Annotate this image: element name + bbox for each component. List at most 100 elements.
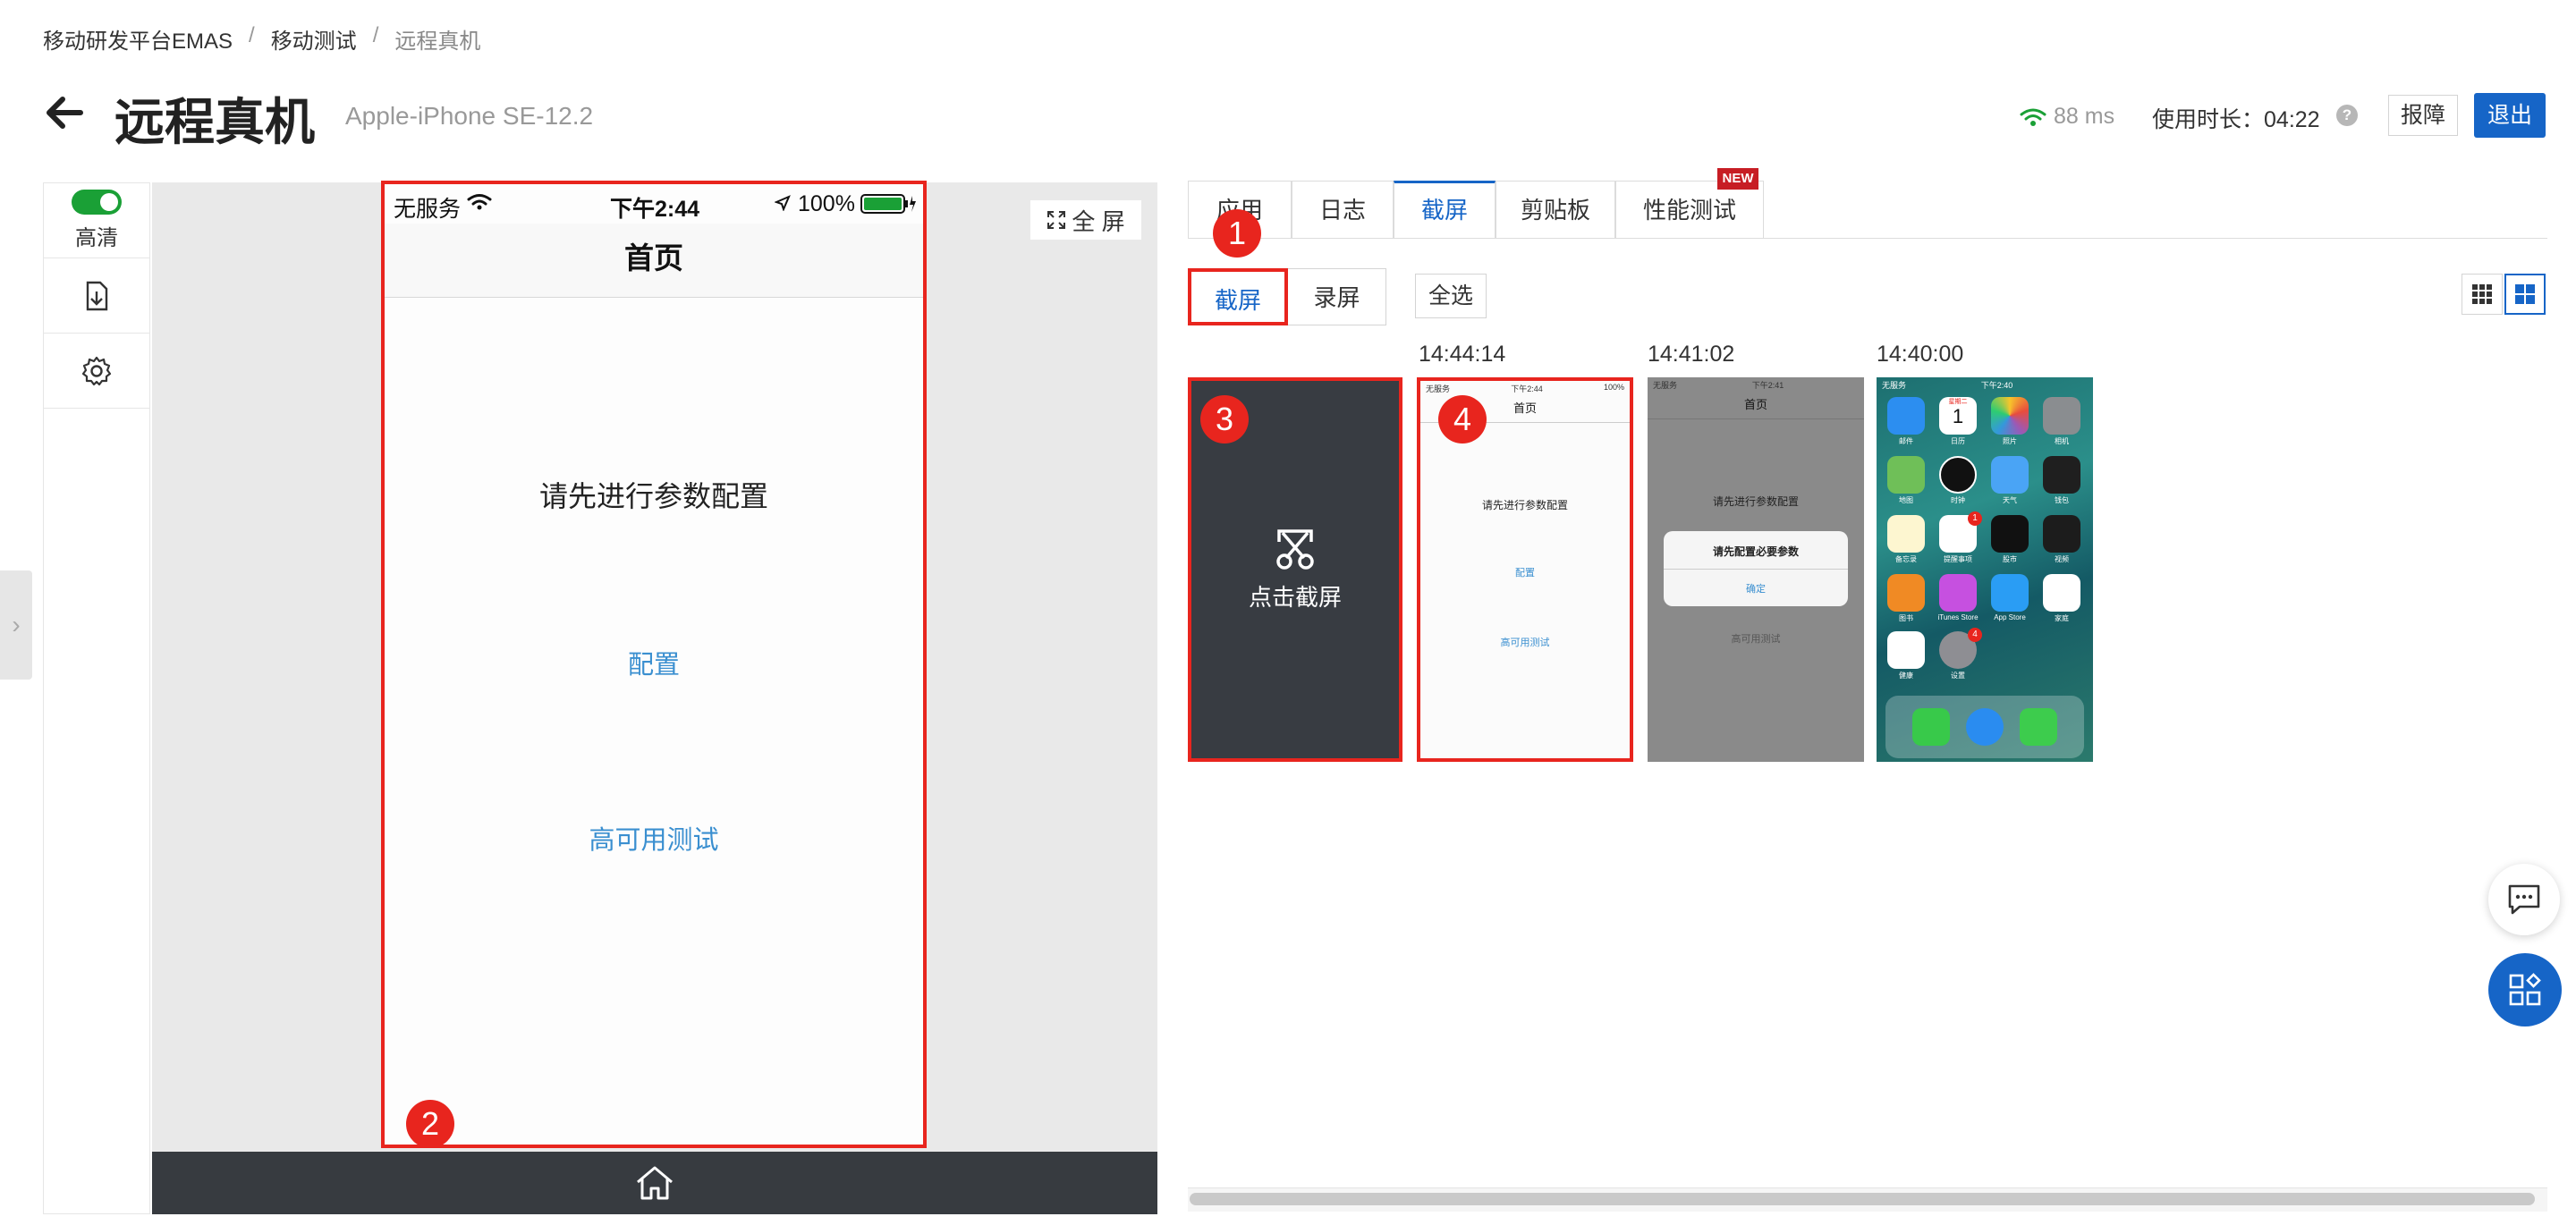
annotation-badge: 1 (1213, 209, 1261, 258)
stocks-app-icon (1991, 515, 2029, 553)
photos-app-icon (1991, 397, 2029, 435)
thumb-time: 下午2:41 (1751, 381, 1784, 390)
thumb-status-bar: 无服务 下午2:44 100% (1420, 381, 1630, 395)
app-label: 家庭 (2055, 614, 2069, 622)
videos-app-icon (2043, 515, 2080, 553)
thumb-carrier: 无服务 (1426, 384, 1451, 393)
usage-value: 04:22 (2264, 107, 2320, 132)
phone-app-icon (1912, 708, 1950, 746)
hd-toggle-tool[interactable]: 高清 (44, 183, 149, 258)
tab-screenshot[interactable]: 截屏 (1394, 181, 1496, 238)
carrier-text: 无服务 (394, 197, 462, 222)
app-label: 相机 (2055, 437, 2069, 445)
app-label: App Store (1994, 613, 2026, 621)
report-button[interactable]: 报障 (2388, 95, 2458, 136)
location-arrow-icon (775, 195, 791, 211)
app-store-app-icon (1991, 574, 2029, 612)
high-availability-test-link[interactable]: 高可用测试 (385, 819, 923, 857)
thumb-title: 首页 (1648, 392, 1864, 419)
thumb-carrier: 无服务 (1653, 381, 1678, 390)
screenshot-time: 14:40:00 (1877, 342, 1964, 367)
annotation-badge: 2 (406, 1100, 454, 1148)
apps-menu-button[interactable] (2488, 953, 2562, 1026)
thumb-status-bar: 无服务 下午2:41 (1648, 377, 1864, 392)
thumb-dialog-text: 请先配置必要参数 (1712, 545, 1799, 558)
app-label: 视频 (2055, 555, 2069, 563)
screenshot-time: 14:41:02 (1648, 342, 1735, 367)
settings-tool[interactable] (44, 334, 149, 409)
mail-app-icon (1887, 397, 1925, 435)
home-icon[interactable] (634, 1164, 675, 1202)
horizontal-scrollbar[interactable] (1190, 1193, 2535, 1205)
itunes-store-app-icon (1939, 574, 1977, 612)
app-label: 提醒事项 (1944, 555, 1972, 563)
new-badge: NEW (1717, 168, 1758, 190)
chat-icon (2508, 884, 2540, 915)
annotation-badge: 3 (1200, 395, 1249, 444)
notes-app-icon (1887, 515, 1925, 553)
device-home-bar (152, 1152, 1157, 1214)
device-status-bar: 无服务 下午2:44 100% (385, 184, 923, 224)
grid-large-icon (2515, 284, 2535, 304)
fullscreen-button[interactable]: 全 屏 (1030, 200, 1141, 240)
clock-app-icon (1939, 456, 1977, 494)
page-title: 远程真机 (114, 94, 315, 150)
app-label: 地图 (1899, 496, 1913, 504)
messages-app-icon (2020, 708, 2057, 746)
config-prompt-text: 请先进行参数配置 (538, 480, 768, 512)
exit-button[interactable]: 退出 (2474, 93, 2546, 138)
thumb-time: 下午2:40 (1980, 381, 2013, 390)
network-status: 88 ms (2020, 104, 2114, 130)
maps-app-icon (1887, 456, 1925, 494)
breadcrumb: 移动研发平台EMAS / 移动测试 / 远程真机 (43, 23, 480, 55)
screenshot-thumbnail[interactable]: 无服务 下午2:40 星期二 1 邮件 日历 照片 相机 地图 时钟 天气 钱包… (1877, 377, 2093, 762)
hd-label: 高清 (75, 226, 118, 250)
scissors-icon (1276, 528, 1314, 570)
select-all-button[interactable]: 全选 (1415, 274, 1487, 318)
screenshot-thumbnail[interactable]: 无服务 下午2:41 首页 请先进行参数配置 请先配置必要参数 确定 高可用测试 (1648, 377, 1864, 762)
wifi-icon (2020, 108, 2046, 126)
install-app-tool[interactable] (44, 258, 149, 334)
config-link[interactable]: 配置 (385, 644, 923, 681)
grid-small-icon (2472, 284, 2492, 304)
home-app-icon (2043, 574, 2080, 612)
breadcrumb-item-emas[interactable]: 移动研发平台EMAS (43, 23, 233, 55)
app-label: iTunes Store (1937, 613, 1979, 621)
app-label: 备忘录 (1895, 555, 1917, 563)
help-icon[interactable]: ? (2336, 105, 2358, 126)
usage-duration: 使用时长：04:22 (2152, 102, 2320, 134)
tab-clipboard[interactable]: 剪贴板 (1496, 181, 1615, 238)
device-screen[interactable]: 无服务 下午2:44 100% 首页 请先进行参数配置 配置 高可用测试 (381, 181, 927, 1148)
chat-button[interactable] (2488, 864, 2560, 935)
app-label: 股市 (2003, 555, 2017, 563)
weather-app-icon (1991, 456, 2029, 494)
thumb-time: 下午2:44 (1511, 384, 1543, 393)
sidebar-expand-handle[interactable]: › (0, 570, 32, 680)
usage-label: 使用时长： (2152, 107, 2265, 132)
thumb-dialog-ok: 确定 (1746, 584, 1766, 595)
install-package-icon (86, 281, 108, 310)
wallet-app-icon (2043, 456, 2080, 494)
hd-toggle-switch[interactable] (72, 190, 122, 215)
camera-app-icon (2043, 397, 2080, 435)
tab-log[interactable]: 日志 (1292, 181, 1394, 238)
fullscreen-label: 全 屏 (1072, 207, 1125, 235)
grid-small-view-button[interactable] (2462, 274, 2503, 315)
app-label: 设置 (1951, 672, 1965, 680)
back-arrow-icon[interactable] (41, 89, 88, 136)
app-label: 日历 (1951, 437, 1965, 445)
thumb-battery: 100% (1603, 383, 1624, 392)
battery-icon (860, 194, 916, 214)
fullscreen-icon (1047, 211, 1066, 229)
app-label: 时钟 (1951, 496, 1965, 504)
app-label: 图书 (1899, 614, 1913, 622)
app-label: 邮件 (1899, 437, 1913, 445)
breadcrumb-item-mobile-test[interactable]: 移动测试 (271, 23, 357, 55)
thumb-link-config: 配置 (1515, 568, 1535, 579)
subtab-screenshot[interactable]: 截屏 (1188, 268, 1288, 325)
subtab-record[interactable]: 录屏 (1288, 268, 1386, 325)
books-app-icon (1887, 574, 1925, 612)
grid-large-view-button[interactable] (2504, 274, 2546, 315)
apps-grid-icon (2509, 973, 2541, 1006)
screenshot-time: 14:44:14 (1419, 342, 1506, 367)
